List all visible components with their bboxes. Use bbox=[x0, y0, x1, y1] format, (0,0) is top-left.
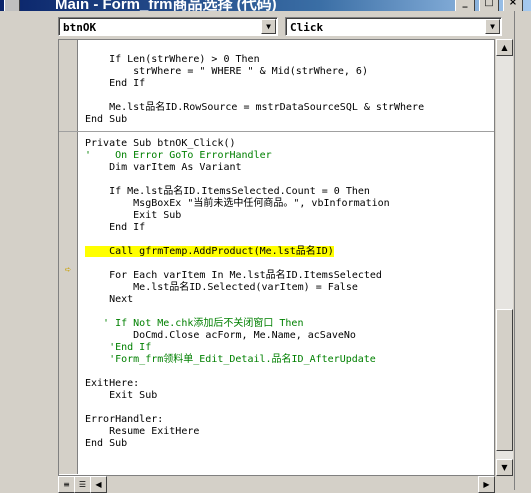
full-module-view-icon[interactable]: ☰ bbox=[74, 476, 91, 493]
maximize-button[interactable]: □ bbox=[479, 0, 499, 11]
object-combo-value: btnOK bbox=[63, 21, 97, 34]
window-icon bbox=[4, 0, 20, 11]
object-combo[interactable]: btnOK ▼ bbox=[58, 17, 278, 36]
procedure-view-icon[interactable]: ≡ bbox=[58, 476, 75, 493]
code-line[interactable]: Resume ExitHere bbox=[85, 426, 199, 438]
code-line[interactable]: Me.lst品名ID.RowSource = mstrDataSourceSQL… bbox=[85, 102, 424, 114]
code-window: btnOK ▼ Click ▼ ➪ If Len(strWhere) > 0 T… bbox=[57, 11, 514, 493]
minimize-button[interactable]: _ bbox=[455, 0, 475, 11]
code-line[interactable]: ErrorHandler: bbox=[85, 414, 163, 426]
code-line[interactable]: End Sub bbox=[85, 114, 127, 126]
procedure-combo[interactable]: Click ▼ bbox=[285, 17, 502, 36]
code-line[interactable]: If Len(strWhere) > 0 Then bbox=[85, 54, 260, 66]
procedure-combo-dropdown-icon[interactable]: ▼ bbox=[485, 19, 500, 34]
right-panel-edge bbox=[514, 11, 531, 490]
margin-indicator-bar[interactable] bbox=[59, 40, 78, 474]
code-line[interactable]: Exit Sub bbox=[85, 210, 181, 222]
code-line[interactable]: Me.lst品名ID.Selected(varItem) = False bbox=[85, 282, 358, 294]
title-bar: Main - Form_frm商品选择 (代码) _ □ × bbox=[0, 0, 531, 11]
scroll-up-icon[interactable]: ▲ bbox=[496, 39, 513, 56]
execution-pointer-icon: ➪ bbox=[64, 263, 72, 276]
code-line[interactable]: Exit Sub bbox=[85, 390, 157, 402]
code-line[interactable]: ' If Not Me.chk添加后不关闭窗口 Then bbox=[85, 318, 303, 330]
object-combo-dropdown-icon[interactable]: ▼ bbox=[261, 19, 276, 34]
code-line[interactable]: If Me.lst品名ID.ItemsSelected.Count = 0 Th… bbox=[85, 186, 370, 198]
scroll-right-icon[interactable]: ▶ bbox=[478, 476, 495, 493]
code-line[interactable]: ' On Error GoTo ErrorHandler bbox=[85, 150, 272, 162]
code-line[interactable]: Dim varItem As Variant bbox=[85, 162, 241, 174]
procedure-separator bbox=[59, 131, 494, 132]
vertical-scrollbar[interactable]: ▲ ▼ bbox=[496, 39, 513, 476]
code-line[interactable]: strWhere = " WHERE " & Mid(strWhere, 6) bbox=[85, 66, 368, 78]
code-line[interactable]: DoCmd.Close acForm, Me.Name, acSaveNo bbox=[85, 330, 356, 342]
code-line[interactable]: 'End If bbox=[85, 342, 151, 354]
close-button[interactable]: × bbox=[503, 0, 523, 11]
code-line[interactable]: 'Form_frm领料单_Edit_Detail.品名ID_AfterUpdat… bbox=[85, 354, 376, 366]
code-line[interactable]: End If bbox=[85, 222, 145, 234]
code-text[interactable]: If Len(strWhere) > 0 Then strWhere = " W… bbox=[59, 40, 494, 475]
window-title: Main - Form_frm商品选择 (代码) bbox=[55, 0, 277, 11]
code-editor[interactable]: ➪ If Len(strWhere) > 0 Then strWhere = "… bbox=[58, 39, 495, 476]
code-line[interactable]: ExitHere: bbox=[85, 378, 139, 390]
procedure-combo-value: Click bbox=[290, 21, 324, 34]
horizontal-scrollbar[interactable]: ≡ ☰ ◀ ▶ bbox=[58, 476, 495, 493]
code-line[interactable]: MsgBoxEx "当前未选中任何商品。", vbInformation bbox=[85, 198, 390, 210]
vertical-scroll-thumb[interactable] bbox=[496, 309, 513, 451]
code-line[interactable]: End If bbox=[85, 78, 145, 90]
scroll-left-icon[interactable]: ◀ bbox=[90, 476, 107, 493]
code-line[interactable]: Next bbox=[85, 294, 133, 306]
code-line[interactable]: Private Sub btnOK_Click() bbox=[85, 138, 236, 150]
code-line[interactable]: For Each varItem In Me.lst品名ID.ItemsSele… bbox=[85, 270, 382, 282]
current-statement-line[interactable]: Call gfrmTemp.AddProduct(Me.lst品名ID) bbox=[85, 246, 334, 258]
scroll-down-icon[interactable]: ▼ bbox=[496, 459, 513, 476]
code-line[interactable]: End Sub bbox=[85, 438, 127, 450]
